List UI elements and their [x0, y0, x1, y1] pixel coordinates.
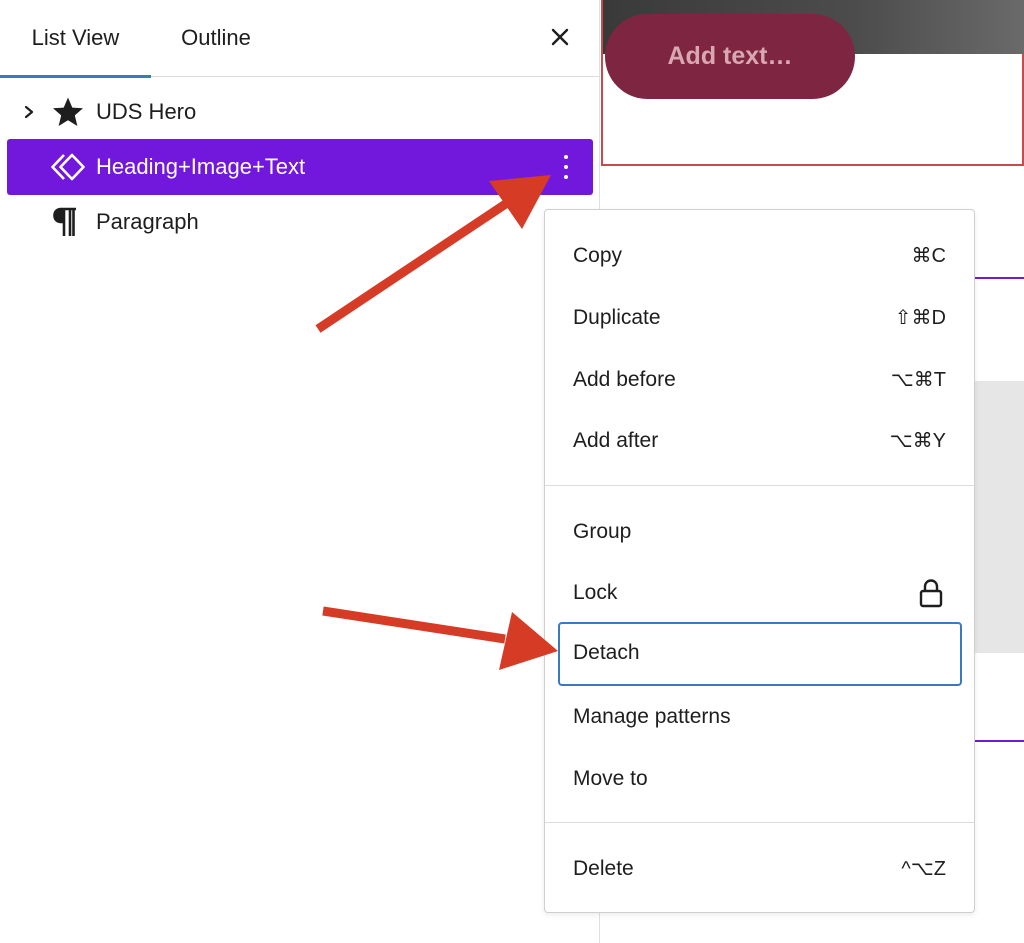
menu-item-detach[interactable]: Detach: [558, 622, 962, 686]
menu-item-label: Duplicate: [573, 306, 661, 329]
block-selection-border: [971, 740, 1024, 742]
list-item-paragraph[interactable]: Paragraph: [7, 194, 593, 250]
chevron-right-icon[interactable]: [21, 102, 37, 122]
menu-separator: [545, 485, 974, 486]
menu-item-label: Add after: [573, 429, 659, 452]
menu-item-add-before[interactable]: Add before ⌥⌘T: [558, 349, 962, 411]
menu-item-move-to[interactable]: Move to: [558, 748, 962, 810]
menu-item-label: Lock: [573, 581, 618, 604]
block-options-menu: Copy ⌘C Duplicate ⇧⌘D Add before ⌥⌘T Add…: [544, 209, 975, 913]
options-dot: [564, 175, 568, 179]
close-button[interactable]: [543, 20, 577, 54]
menu-item-lock[interactable]: Lock: [558, 562, 962, 624]
star-icon: [53, 97, 83, 126]
lock-icon: [919, 579, 943, 608]
menu-item-label: Detach: [573, 641, 640, 664]
pilcrow-icon: [53, 207, 76, 236]
list-item-uds-hero[interactable]: UDS Hero: [7, 84, 593, 140]
menu-item-shortcut: ^⌥Z: [901, 858, 946, 880]
menu-item-label: Group: [573, 520, 632, 543]
menu-item-delete[interactable]: Delete ^⌥Z: [558, 838, 962, 900]
menu-item-group[interactable]: Group: [558, 501, 962, 563]
menu-item-label: Delete: [573, 857, 634, 880]
menu-separator: [545, 822, 974, 823]
panel-tabs: List View Outline: [0, 0, 600, 78]
list-view-panel: List View Outline UDS Hero Heading+Image…: [0, 0, 600, 943]
list-item-label: Heading+Image+Text: [96, 154, 306, 179]
menu-item-manage-patterns[interactable]: Manage patterns: [558, 686, 962, 748]
menu-item-shortcut: ⌘C: [911, 245, 946, 267]
options-dot: [564, 155, 568, 159]
menu-item-label: Add before: [573, 368, 676, 391]
image-placeholder: [971, 381, 1024, 653]
menu-item-add-after[interactable]: Add after ⌥⌘Y: [558, 410, 962, 472]
list-item-label: UDS Hero: [96, 99, 197, 124]
hero-block[interactable]: Add text…: [601, 0, 1024, 166]
menu-item-shortcut: ⌥⌘T: [890, 369, 946, 391]
hero-add-text-button[interactable]: Add text…: [605, 14, 855, 99]
close-icon: [551, 28, 569, 46]
menu-item-shortcut: ⌥⌘Y: [889, 430, 946, 452]
menu-item-label: Copy: [573, 244, 623, 267]
tab-outline[interactable]: Outline: [150, 0, 282, 77]
pattern-diamond-icon: [51, 153, 85, 181]
menu-item-copy[interactable]: Copy ⌘C: [558, 225, 962, 287]
list-item-heading-image-text[interactable]: Heading+Image+Text: [7, 139, 593, 195]
list-item-label: Paragraph: [96, 209, 199, 234]
menu-item-label: Manage patterns: [573, 705, 731, 728]
menu-item-duplicate[interactable]: Duplicate ⇧⌘D: [558, 287, 962, 349]
tab-list-view[interactable]: List View: [0, 0, 151, 78]
block-selection-border: [971, 277, 1024, 279]
menu-item-label: Move to: [573, 767, 648, 790]
menu-item-shortcut: ⇧⌘D: [894, 307, 946, 329]
block-options-button[interactable]: [552, 149, 580, 185]
options-dot: [564, 165, 568, 169]
